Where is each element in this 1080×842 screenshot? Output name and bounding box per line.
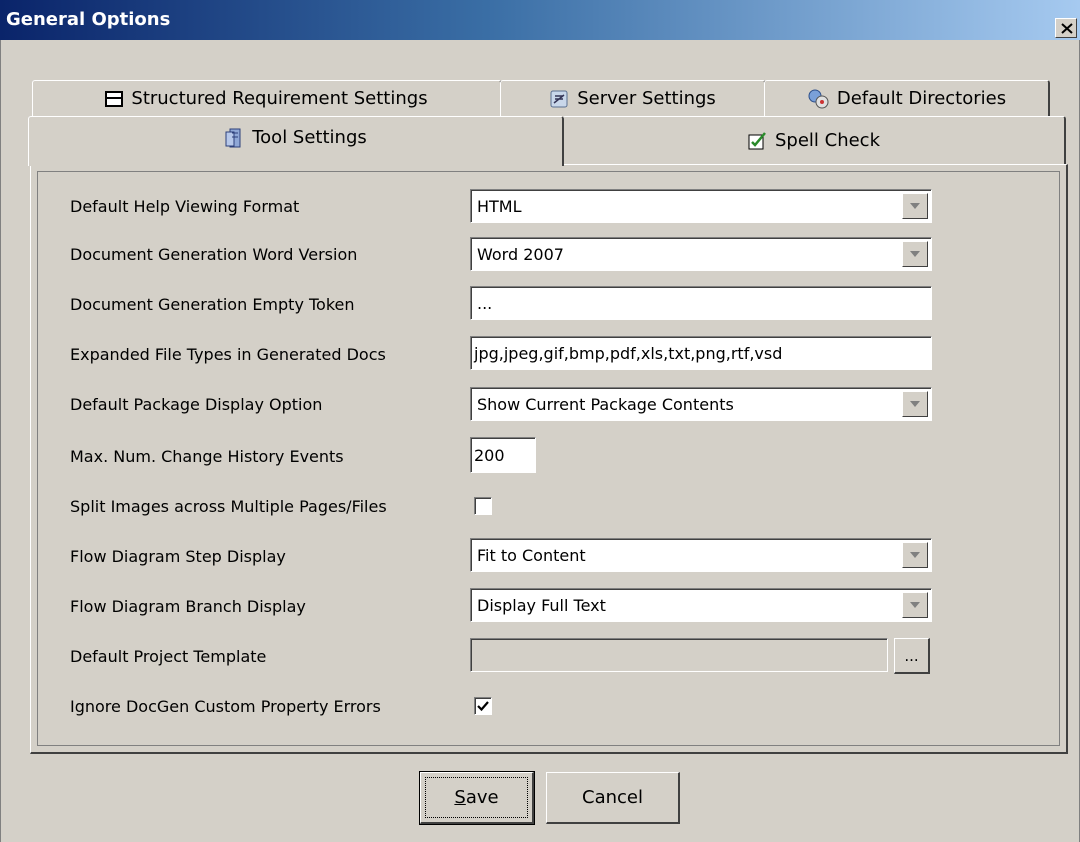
branch-display-select[interactable]: Display Full Text (470, 588, 932, 622)
requirement-icon (105, 90, 124, 107)
word-version-value: Word 2007 (477, 244, 564, 264)
empty-token-label: Document Generation Empty Token (70, 294, 355, 314)
chevron-down-icon[interactable] (902, 241, 928, 267)
browse-button-label: ... (904, 646, 919, 665)
row-word-version: Document Generation Word Version (70, 238, 357, 270)
split-images-checkbox[interactable] (474, 497, 492, 515)
chevron-down-icon[interactable] (902, 391, 928, 417)
max-history-input[interactable]: 200 (470, 437, 536, 473)
row-step-display: Flow Diagram Step Display (70, 540, 286, 572)
directories-icon (807, 88, 829, 110)
tab-label: Structured Requirement Settings (131, 88, 428, 109)
cancel-label: Cancel (582, 787, 643, 808)
ignore-errors-checkbox[interactable] (474, 697, 492, 715)
row-max-history: Max. Num. Change History Events (70, 440, 344, 472)
package-display-select[interactable]: Show Current Package Contents (470, 387, 932, 421)
step-display-value: Fit to Content (477, 545, 586, 565)
tab-label: Spell Check (774, 130, 881, 151)
file-types-value: jpg,jpeg,gif,bmp,pdf,xls,txt,png,rtf,vsd (474, 343, 783, 363)
tab-label: Default Directories (836, 88, 1007, 109)
server-icon (549, 89, 569, 109)
spell-check-icon (747, 131, 767, 151)
ignore-errors-label: Ignore DocGen Custom Property Errors (70, 696, 381, 716)
cancel-button[interactable]: Cancel (546, 772, 680, 824)
empty-token-value: ... (477, 293, 493, 313)
chevron-down-icon[interactable] (902, 542, 928, 568)
row-file-types: Expanded File Types in Generated Docs (70, 338, 386, 370)
close-button[interactable] (1055, 18, 1077, 38)
branch-display-value: Display Full Text (477, 595, 606, 615)
tab-tool-settings[interactable]: Tool Settings (28, 116, 564, 166)
row-ignore-errors: Ignore DocGen Custom Property Errors (70, 690, 381, 722)
tool-settings-icon (224, 127, 244, 149)
row-empty-token: Document Generation Empty Token (70, 288, 355, 320)
step-display-label: Flow Diagram Step Display (70, 546, 286, 566)
tab-spell-check[interactable]: Spell Check (562, 116, 1066, 164)
help-format-select[interactable]: HTML (470, 189, 932, 223)
word-version-label: Document Generation Word Version (70, 244, 358, 264)
tab-label: Server Settings (577, 88, 716, 109)
max-history-value: 200 (474, 445, 505, 465)
tab-structured-requirement-settings[interactable]: Structured Requirement Settings (32, 80, 502, 116)
split-images-label: Split Images across Multiple Pages/Files (70, 496, 387, 516)
row-split-images: Split Images across Multiple Pages/Files (70, 490, 387, 522)
window-title: General Options (6, 9, 171, 30)
row-project-template: Default Project Template (70, 640, 266, 672)
tab-server-settings[interactable]: Server Settings (500, 80, 766, 116)
close-icon (1061, 23, 1073, 34)
save-button[interactable]: Save (419, 771, 535, 825)
row-package-display: Default Package Display Option (70, 388, 322, 420)
word-version-select[interactable]: Word 2007 (470, 237, 932, 271)
branch-display-label: Flow Diagram Branch Display (70, 596, 306, 616)
title-bar: General Options (0, 0, 1080, 40)
checkmark-icon (477, 701, 489, 712)
row-branch-display: Flow Diagram Branch Display (70, 590, 306, 622)
package-display-label: Default Package Display Option (70, 394, 323, 414)
help-format-value: HTML (477, 196, 522, 216)
file-types-label: Expanded File Types in Generated Docs (70, 344, 386, 364)
focus-ring (425, 777, 528, 818)
empty-token-input[interactable]: ... (470, 286, 932, 320)
max-history-label: Max. Num. Change History Events (70, 446, 344, 466)
tab-label: Tool Settings (252, 127, 367, 148)
tab-default-directories[interactable]: Default Directories (764, 80, 1050, 116)
project-template-label: Default Project Template (70, 646, 267, 666)
row-help-format: Default Help Viewing Format (70, 190, 299, 222)
chevron-down-icon[interactable] (902, 592, 928, 618)
step-display-select[interactable]: Fit to Content (470, 538, 932, 572)
package-display-value: Show Current Package Contents (477, 394, 734, 414)
chevron-down-icon[interactable] (902, 193, 928, 219)
help-format-label: Default Help Viewing Format (70, 196, 300, 216)
project-template-input[interactable] (470, 638, 888, 672)
file-types-input[interactable]: jpg,jpeg,gif,bmp,pdf,xls,txt,png,rtf,vsd (470, 336, 932, 370)
browse-template-button[interactable]: ... (894, 638, 930, 674)
